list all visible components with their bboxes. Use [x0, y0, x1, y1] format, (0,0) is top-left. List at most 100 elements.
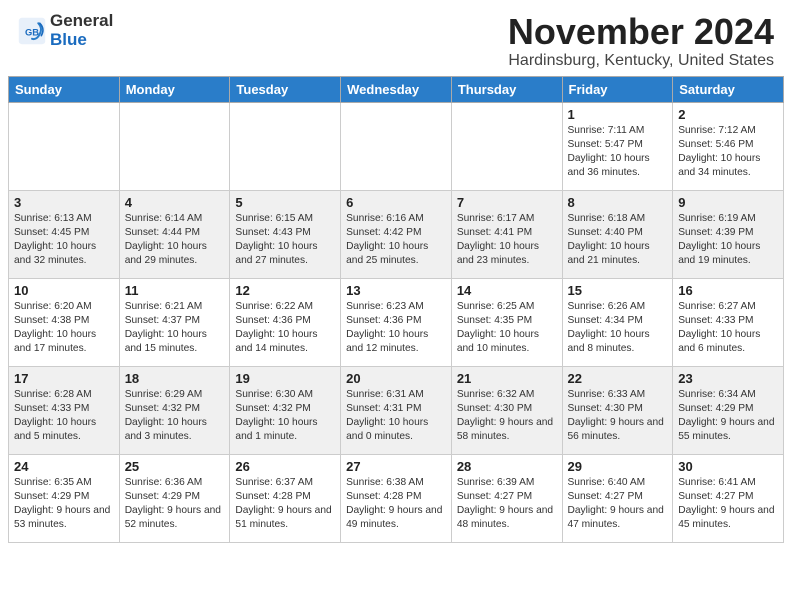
day-number: 2 [678, 107, 778, 122]
calendar-cell: 14Sunrise: 6:25 AM Sunset: 4:35 PM Dayli… [451, 278, 562, 366]
calendar-cell [9, 102, 120, 190]
svg-text:GB: GB [25, 27, 39, 37]
week-row-2: 3Sunrise: 6:13 AM Sunset: 4:45 PM Daylig… [9, 190, 784, 278]
day-content: Sunrise: 6:21 AM Sunset: 4:37 PM Dayligh… [125, 300, 225, 357]
subtitle: Hardinsburg, Kentucky, United States [508, 52, 774, 70]
day-content: Sunrise: 6:17 AM Sunset: 4:41 PM Dayligh… [457, 212, 557, 269]
week-row-3: 10 Sunrise: 6:20 AM Sunset: 4:38 PM Dayli… [9, 278, 784, 366]
day-number: 23 [678, 371, 778, 386]
day-content: Sunrise: 6:23 AM Sunset: 4:36 PM Dayligh… [346, 300, 446, 357]
day-header-thursday: Thursday [451, 76, 562, 102]
day-number: 24 [14, 459, 114, 474]
calendar-header-row: SundayMondayTuesdayWednesdayThursdayFrid… [9, 76, 784, 102]
day-content: Sunrise: 6:36 AM Sunset: 4:29 PM Dayligh… [125, 476, 225, 533]
calendar-cell: 16Sunrise: 6:27 AM Sunset: 4:33 PM Dayli… [673, 278, 784, 366]
logo-icon: GB [18, 17, 46, 45]
day-number: 28 [457, 459, 557, 474]
calendar-cell: 3Sunrise: 6:13 AM Sunset: 4:45 PM Daylig… [9, 190, 120, 278]
calendar-cell: 17Sunrise: 6:28 AM Sunset: 4:33 PM Dayli… [9, 366, 120, 454]
day-number: 25 [125, 459, 225, 474]
day-number: 22 [568, 371, 668, 386]
day-number: 8 [568, 195, 668, 210]
day-number: 26 [235, 459, 335, 474]
calendar-cell [230, 102, 341, 190]
day-number: 1 [568, 107, 668, 122]
calendar: SundayMondayTuesdayWednesdayThursdayFrid… [0, 76, 792, 551]
calendar-cell: 23Sunrise: 6:34 AM Sunset: 4:29 PM Dayli… [673, 366, 784, 454]
calendar-cell: 5Sunrise: 6:15 AM Sunset: 4:43 PM Daylig… [230, 190, 341, 278]
calendar-cell: 10 Sunrise: 6:20 AM Sunset: 4:38 PM Dayli… [9, 278, 120, 366]
day-content: Sunrise: 6:28 AM Sunset: 4:33 PM Dayligh… [14, 388, 114, 445]
page-header: GB General Blue November 2024 Hardinsbur… [0, 0, 792, 76]
calendar-cell: 24 Sunrise: 6:35 AM Sunset: 4:29 PM Dayli… [9, 454, 120, 542]
day-content: Sunrise: 6:18 AM Sunset: 4:40 PM Dayligh… [568, 212, 668, 269]
title-block: November 2024 Hardinsburg, Kentucky, Uni… [508, 12, 774, 70]
day-content: Sunrise: 6:41 AM Sunset: 4:27 PM Dayligh… [678, 476, 778, 533]
day-content: Sunrise: 6:35 AM Sunset: 4:29 PM Dayligh… [14, 476, 114, 533]
calendar-cell: 6 Sunrise: 6:16 AM Sunset: 4:42 PM Daylig… [341, 190, 452, 278]
week-row-5: 24 Sunrise: 6:35 AM Sunset: 4:29 PM Dayli… [9, 454, 784, 542]
day-number: 4 [125, 195, 225, 210]
logo: GB General Blue [18, 12, 113, 49]
day-number: 12 [235, 283, 335, 298]
day-content: Sunrise: 6:27 AM Sunset: 4:33 PM Dayligh… [678, 300, 778, 357]
calendar-cell: 18Sunrise: 6:29 AM Sunset: 4:32 PM Dayli… [119, 366, 230, 454]
day-content: Sunrise: 6:39 AM Sunset: 4:27 PM Dayligh… [457, 476, 557, 533]
day-number: 15 [568, 283, 668, 298]
day-header-wednesday: Wednesday [341, 76, 452, 102]
day-number: 9 [678, 195, 778, 210]
day-content: Sunrise: 6:26 AM Sunset: 4:34 PM Dayligh… [568, 300, 668, 357]
day-number: 19 [235, 371, 335, 386]
calendar-cell: 29 Sunrise: 6:40 AM Sunset: 4:27 PM Dayli… [562, 454, 673, 542]
calendar-cell: 2 Sunrise: 7:12 AM Sunset: 5:46 PM Daylig… [673, 102, 784, 190]
day-content: Sunrise: 6:14 AM Sunset: 4:44 PM Dayligh… [125, 212, 225, 269]
day-content: Sunrise: 6:32 AM Sunset: 4:30 PM Dayligh… [457, 388, 557, 445]
week-row-1: 1Sunrise: 7:11 AM Sunset: 5:47 PM Daylig… [9, 102, 784, 190]
calendar-body: 1Sunrise: 7:11 AM Sunset: 5:47 PM Daylig… [9, 102, 784, 542]
calendar-cell [119, 102, 230, 190]
day-number: 14 [457, 283, 557, 298]
day-number: 7 [457, 195, 557, 210]
calendar-cell: 30 Sunrise: 6:41 AM Sunset: 4:27 PM Dayli… [673, 454, 784, 542]
calendar-cell: 21 Sunrise: 6:32 AM Sunset: 4:30 PM Dayli… [451, 366, 562, 454]
day-number: 20 [346, 371, 446, 386]
day-content: Sunrise: 6:30 AM Sunset: 4:32 PM Dayligh… [235, 388, 335, 445]
calendar-cell: 22 Sunrise: 6:33 AM Sunset: 4:30 PM Dayli… [562, 366, 673, 454]
calendar-cell: 11 Sunrise: 6:21 AM Sunset: 4:37 PM Dayli… [119, 278, 230, 366]
calendar-cell: 27Sunrise: 6:38 AM Sunset: 4:28 PM Dayli… [341, 454, 452, 542]
day-number: 6 [346, 195, 446, 210]
day-header-saturday: Saturday [673, 76, 784, 102]
day-number: 30 [678, 459, 778, 474]
calendar-cell [341, 102, 452, 190]
calendar-cell: 4 Sunrise: 6:14 AM Sunset: 4:44 PM Daylig… [119, 190, 230, 278]
day-content: Sunrise: 6:33 AM Sunset: 4:30 PM Dayligh… [568, 388, 668, 445]
day-number: 27 [346, 459, 446, 474]
day-number: 11 [125, 283, 225, 298]
day-content: Sunrise: 6:16 AM Sunset: 4:42 PM Dayligh… [346, 212, 446, 269]
day-content: Sunrise: 6:13 AM Sunset: 4:45 PM Dayligh… [14, 212, 114, 269]
day-number: 21 [457, 371, 557, 386]
day-header-friday: Friday [562, 76, 673, 102]
day-header-tuesday: Tuesday [230, 76, 341, 102]
calendar-table: SundayMondayTuesdayWednesdayThursdayFrid… [8, 76, 784, 543]
calendar-cell: 28 Sunrise: 6:39 AM Sunset: 4:27 PM Dayli… [451, 454, 562, 542]
day-content: Sunrise: 6:15 AM Sunset: 4:43 PM Dayligh… [235, 212, 335, 269]
day-number: 10 [14, 283, 114, 298]
main-title: November 2024 [508, 12, 774, 52]
calendar-cell: 12 Sunrise: 6:22 AM Sunset: 4:36 PM Dayli… [230, 278, 341, 366]
day-header-monday: Monday [119, 76, 230, 102]
day-header-sunday: Sunday [9, 76, 120, 102]
calendar-cell [451, 102, 562, 190]
day-content: Sunrise: 7:12 AM Sunset: 5:46 PM Dayligh… [678, 124, 778, 181]
day-content: Sunrise: 6:40 AM Sunset: 4:27 PM Dayligh… [568, 476, 668, 533]
calendar-cell: 20Sunrise: 6:31 AM Sunset: 4:31 PM Dayli… [341, 366, 452, 454]
day-number: 13 [346, 283, 446, 298]
day-content: Sunrise: 6:22 AM Sunset: 4:36 PM Dayligh… [235, 300, 335, 357]
day-number: 18 [125, 371, 225, 386]
calendar-cell: 19 Sunrise: 6:30 AM Sunset: 4:32 PM Dayli… [230, 366, 341, 454]
day-content: Sunrise: 6:20 AM Sunset: 4:38 PM Dayligh… [14, 300, 114, 357]
calendar-cell: 7 Sunrise: 6:17 AM Sunset: 4:41 PM Daylig… [451, 190, 562, 278]
calendar-cell: 1Sunrise: 7:11 AM Sunset: 5:47 PM Daylig… [562, 102, 673, 190]
calendar-cell: 9Sunrise: 6:19 AM Sunset: 4:39 PM Daylig… [673, 190, 784, 278]
day-number: 29 [568, 459, 668, 474]
